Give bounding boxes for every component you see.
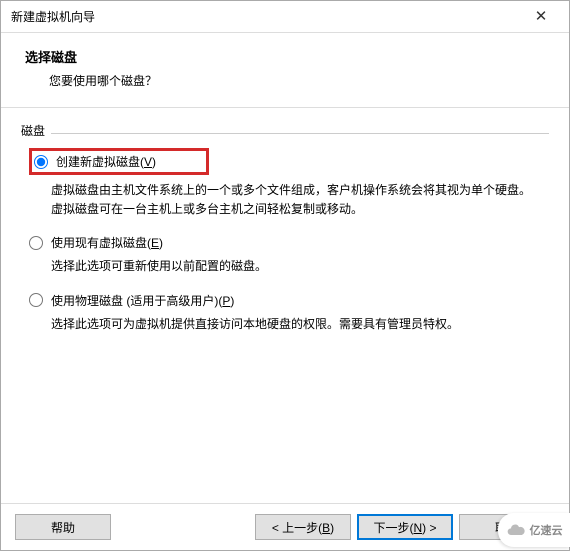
wizard-body: 磁盘 创建新虚拟磁盘(V) 虚拟磁盘由主机文件系统上的一个或多个文件组成，客户机…	[1, 108, 569, 503]
close-icon[interactable]: ✕	[521, 2, 561, 32]
page-title: 选择磁盘	[25, 47, 545, 66]
radio-use-physical-disk[interactable]	[29, 293, 43, 307]
option-create-new-disk-desc: 虚拟磁盘由主机文件系统上的一个或多个文件组成，客户机操作系统会将其视为单个硬盘。…	[51, 181, 541, 218]
page-subtitle: 您要使用哪个磁盘？	[25, 72, 545, 89]
watermark-text: 亿速云	[530, 522, 563, 538]
option-use-physical-disk-row[interactable]: 使用物理磁盘 (适用于高级用户)(P)	[29, 292, 549, 309]
wizard-footer: 帮助 < 上一步(B) 下一步(N) > 取消	[1, 503, 569, 550]
radio-use-existing-disk[interactable]	[29, 236, 43, 250]
window-title: 新建虚拟机向导	[11, 8, 521, 25]
option-use-existing-disk-label: 使用现有虚拟磁盘(E)	[51, 234, 163, 251]
option-use-physical-disk: 使用物理磁盘 (适用于高级用户)(P) 选择此选项可为虚拟机提供直接访问本地硬盘…	[29, 292, 549, 334]
group-label: 磁盘	[21, 122, 45, 139]
help-button[interactable]: 帮助	[15, 514, 111, 540]
back-button[interactable]: < 上一步(B)	[255, 514, 351, 540]
group-separator	[51, 133, 549, 134]
next-button[interactable]: 下一步(N) >	[357, 514, 453, 540]
option-use-existing-disk-row[interactable]: 使用现有虚拟磁盘(E)	[29, 234, 549, 251]
wizard-header: 选择磁盘 您要使用哪个磁盘？	[1, 33, 569, 108]
cloud-icon	[506, 520, 526, 540]
option-create-new-disk: 创建新虚拟磁盘(V) 虚拟磁盘由主机文件系统上的一个或多个文件组成，客户机操作系…	[29, 148, 549, 218]
option-use-physical-disk-desc: 选择此选项可为虚拟机提供直接访问本地硬盘的权限。需要具有管理员特权。	[51, 315, 541, 334]
radio-create-new-disk[interactable]	[34, 155, 48, 169]
option-use-physical-disk-label: 使用物理磁盘 (适用于高级用户)(P)	[51, 292, 234, 309]
watermark: 亿速云	[498, 513, 570, 547]
option-create-new-disk-label: 创建新虚拟磁盘(V)	[56, 153, 156, 170]
option-use-existing-disk-desc: 选择此选项可重新使用以前配置的磁盘。	[51, 257, 541, 276]
titlebar: 新建虚拟机向导 ✕	[1, 1, 569, 33]
wizard-window: 新建虚拟机向导 ✕ 选择磁盘 您要使用哪个磁盘？ 磁盘 创建新虚拟磁盘(V) 虚…	[0, 0, 570, 551]
option-use-existing-disk: 使用现有虚拟磁盘(E) 选择此选项可重新使用以前配置的磁盘。	[29, 234, 549, 276]
option-create-new-disk-row[interactable]: 创建新虚拟磁盘(V)	[29, 148, 209, 175]
